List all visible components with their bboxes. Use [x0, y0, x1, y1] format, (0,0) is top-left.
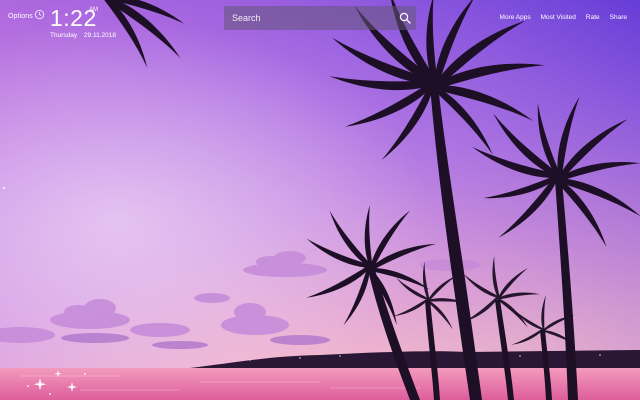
nav-more-apps[interactable]: More Apps: [500, 14, 531, 21]
clock-ampm: AM: [89, 7, 98, 13]
nav-most-visited[interactable]: Most Visited: [541, 14, 576, 21]
search-icon[interactable]: [399, 12, 411, 24]
top-nav: More Apps Most Visited Rate Share: [500, 14, 627, 21]
clock-date: Thursday 29.11.2018: [50, 32, 116, 39]
wallpaper-image: [0, 0, 640, 400]
options-button[interactable]: Options: [8, 13, 33, 20]
clock-date-value: 29.11.2018: [83, 32, 116, 39]
new-tab-page: Options 1:22 AM Thursday 29.11.2018 More…: [0, 0, 640, 400]
clock-weekday: Thursday: [50, 32, 78, 39]
nav-share[interactable]: Share: [610, 14, 627, 21]
search-input[interactable]: [224, 6, 396, 30]
gear-icon[interactable]: [34, 9, 45, 20]
search-bar: [224, 6, 416, 30]
nav-rate[interactable]: Rate: [586, 14, 600, 21]
